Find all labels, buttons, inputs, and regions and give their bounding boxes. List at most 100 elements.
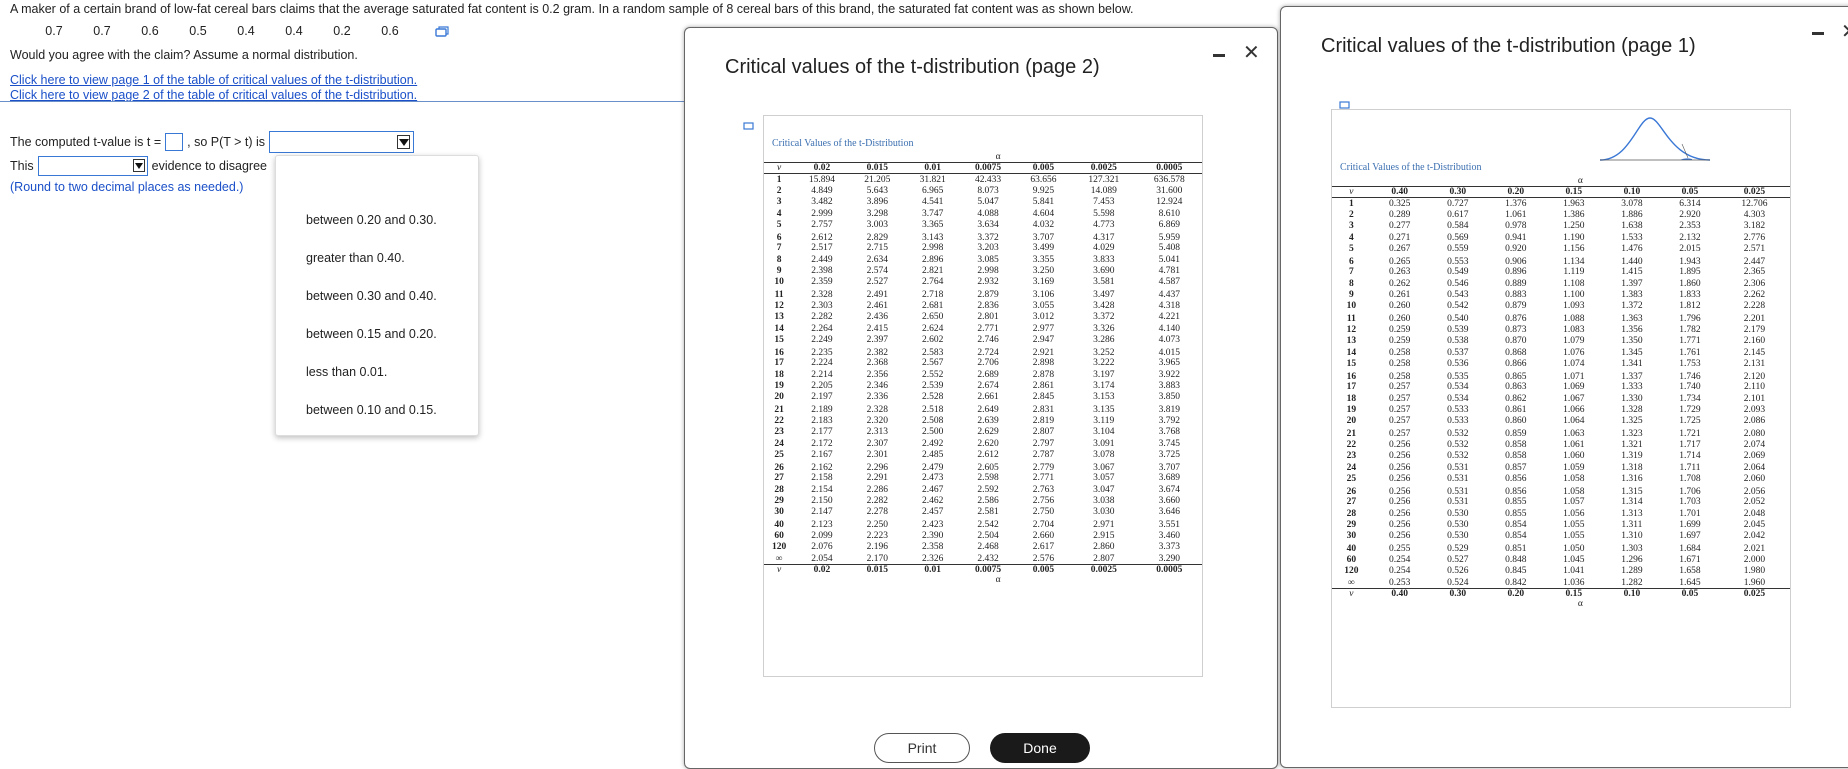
- critical-value-cell: 1.980: [1743, 566, 1766, 577]
- v-header: v: [1349, 187, 1354, 197]
- critical-value-cell: 0.879: [1505, 301, 1527, 311]
- critical-value-cell: 1.697: [1679, 531, 1701, 541]
- critical-value-cell: 5.598: [1093, 208, 1115, 219]
- dropdown-option[interactable]: between 0.20 and 0.30.: [306, 213, 437, 227]
- close-icon[interactable]: ✕: [1243, 40, 1260, 65]
- critical-value-cell: 3.326: [1093, 323, 1115, 334]
- critical-value-cell: 2.624: [921, 323, 944, 334]
- critical-value-cell: 2.921: [1032, 347, 1055, 358]
- critical-value-cell: 0.534: [1447, 393, 1469, 404]
- print-button[interactable]: Print: [874, 733, 970, 763]
- critical-value-cell: 1.074: [1563, 358, 1585, 369]
- critical-value-cell: 2.353: [1679, 221, 1701, 232]
- minimize-icon[interactable]: [1812, 32, 1824, 35]
- critical-value-cell: 1.323: [1621, 429, 1643, 439]
- critical-value-cell: 4.032: [1032, 219, 1055, 230]
- critical-value-cell: 0.856: [1505, 473, 1527, 484]
- df-cell: 27: [1346, 497, 1357, 508]
- critical-value-cell: 1.064: [1563, 416, 1585, 426]
- critical-value-cell: 2.771: [977, 323, 999, 334]
- critical-value-cell: 3.373: [1158, 542, 1180, 553]
- dropdown-option[interactable]: greater than 0.40.: [306, 251, 405, 265]
- critical-value-cell: 0.876: [1505, 314, 1527, 324]
- critical-value-cell: 0.263: [1389, 267, 1411, 278]
- divider: [0, 101, 690, 102]
- critical-value-cell: 3.745: [1158, 438, 1180, 449]
- critical-value-cell: 3.197: [1093, 369, 1115, 380]
- critical-value-cell: 2.147: [811, 507, 833, 517]
- sample-value: 0.7: [93, 24, 111, 38]
- df-cell: 20: [1346, 416, 1357, 426]
- df-cell: 19: [774, 381, 784, 392]
- critical-value-cell: 1.325: [1621, 416, 1643, 426]
- critical-value-cell: 1.055: [1563, 520, 1585, 531]
- critical-value-cell: 2.177: [811, 427, 833, 438]
- critical-value-cell: 2.845: [1032, 392, 1055, 402]
- close-icon[interactable]: ✕: [1841, 19, 1848, 44]
- dropdown-option[interactable]: less than 0.01.: [306, 365, 387, 379]
- df-cell: 18: [774, 369, 784, 380]
- p-value-select[interactable]: [269, 131, 415, 153]
- critical-value-cell: 0.258: [1389, 371, 1411, 382]
- critical-value-cell: 3.768: [1158, 427, 1180, 438]
- dropdown-option[interactable]: between 0.30 and 0.40.: [306, 289, 437, 303]
- critical-value-cell: 2.807: [1032, 427, 1055, 438]
- critical-value-cell: 3.883: [1158, 381, 1180, 392]
- critical-value-cell: 2.704: [1032, 520, 1055, 530]
- critical-value-cell: 0.542: [1447, 301, 1469, 311]
- critical-value-cell: 3.707: [1158, 462, 1180, 473]
- critical-value-cell: 1.134: [1563, 256, 1585, 267]
- table-page1-link[interactable]: Click here to view page 1 of the table o…: [10, 73, 417, 87]
- critical-value-cell: 2.307: [866, 438, 888, 449]
- critical-value-cell: 1.699: [1679, 520, 1701, 531]
- answer-line-2: This evidence to disagree: [10, 156, 267, 176]
- critical-value-cell: 2.576: [1032, 553, 1055, 564]
- critical-value-cell: 1.895: [1679, 267, 1701, 278]
- alpha-column-header: 0.02: [813, 163, 831, 173]
- evidence-select[interactable]: [37, 156, 148, 176]
- table-page2-link[interactable]: Click here to view page 2 of the table o…: [10, 88, 417, 102]
- critical-value-cell: 2.947: [1032, 334, 1055, 345]
- critical-value-cell: 2.390: [921, 530, 944, 541]
- done-button[interactable]: Done: [990, 733, 1090, 763]
- df-cell: 23: [774, 427, 784, 438]
- critical-value-cell: 1.476: [1621, 243, 1643, 254]
- alpha-header: α: [995, 152, 1001, 162]
- sample-value: 0.7: [45, 24, 63, 38]
- critical-value-cell: 1.397: [1621, 278, 1643, 289]
- t-value-input[interactable]: [165, 133, 184, 151]
- critical-value-cell: 2.819: [1032, 415, 1055, 426]
- critical-value-cell: 1.725: [1679, 416, 1701, 426]
- critical-value-cell: 3.660: [1158, 496, 1180, 507]
- critical-value-cell: 0.532: [1447, 429, 1469, 439]
- dropdown-option[interactable]: between 0.10 and 0.15.: [306, 403, 437, 417]
- critical-value-cell: 2.086: [1743, 416, 1766, 426]
- critical-value-cell: 2.449: [811, 254, 833, 265]
- critical-value-cell: 0.533: [1447, 416, 1469, 426]
- copy-table-icon[interactable]: [743, 121, 755, 131]
- t-distribution-curve-icon: [1600, 117, 1710, 161]
- critical-value-cell: 0.256: [1389, 508, 1411, 519]
- critical-value-cell: 2.397: [866, 334, 888, 345]
- dropdown-option[interactable]: between 0.15 and 0.20.: [306, 327, 437, 341]
- df-cell: 13: [774, 312, 784, 323]
- critical-value-cell: 3.250: [1032, 266, 1055, 277]
- critical-value-cell: 0.860: [1505, 416, 1527, 426]
- copy-data-icon[interactable]: [435, 26, 449, 38]
- minimize-icon[interactable]: [1213, 54, 1225, 57]
- critical-value-cell: 1.108: [1563, 278, 1585, 289]
- critical-value-cell: 1.533: [1621, 232, 1643, 243]
- critical-value-cell: 3.143: [921, 232, 944, 243]
- df-cell: 15: [1346, 358, 1357, 369]
- critical-value-cell: 2.286: [866, 484, 888, 495]
- alpha-column-footer: 0.15: [1565, 589, 1583, 599]
- sample-value: 0.5: [189, 24, 207, 38]
- critical-value-cell: 0.531: [1447, 497, 1469, 508]
- critical-value-cell: 2.328: [811, 290, 833, 300]
- critical-value-cell: 7.453: [1093, 197, 1115, 208]
- critical-value-cell: 0.851: [1505, 544, 1527, 554]
- critical-value-cell: 2.860: [1093, 542, 1115, 553]
- critical-value-cell: 0.865: [1505, 371, 1527, 382]
- critical-value-cell: 1.383: [1621, 290, 1643, 301]
- alpha-column-header: 0.01: [924, 163, 941, 173]
